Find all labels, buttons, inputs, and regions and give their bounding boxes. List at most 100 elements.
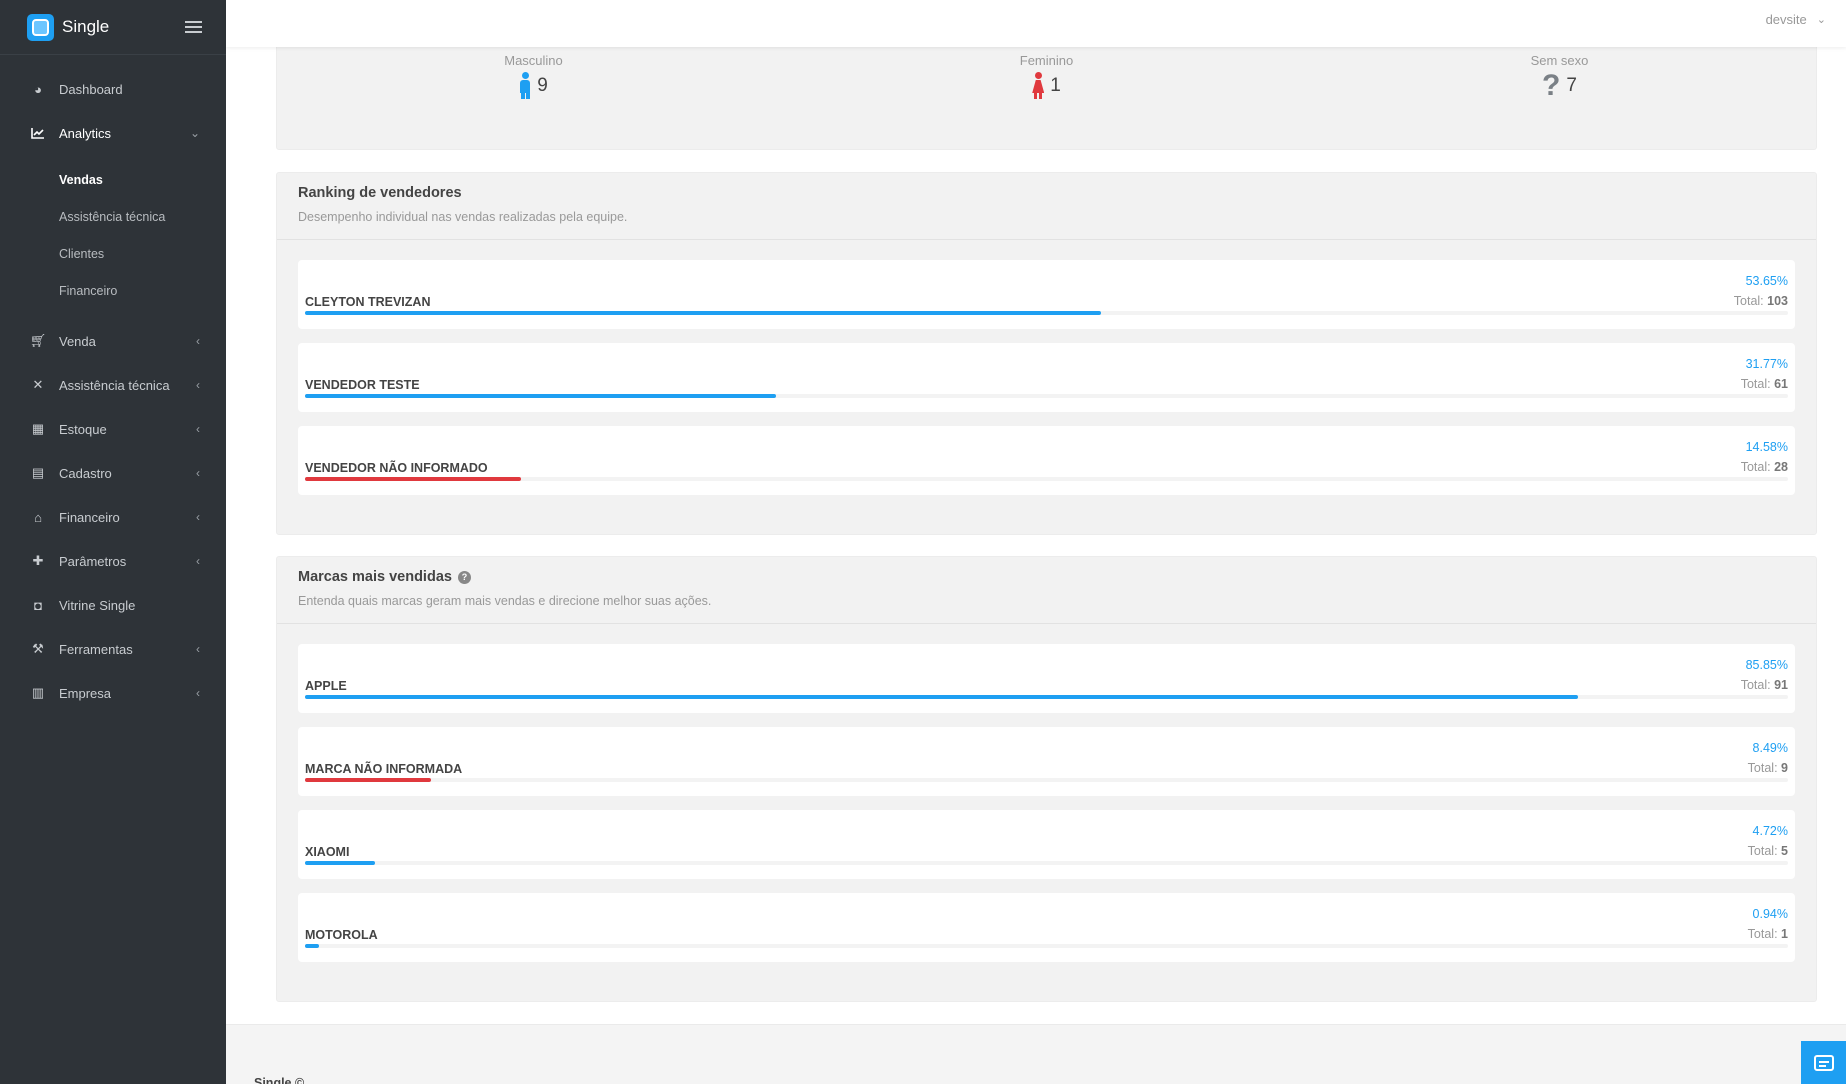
sidebar-item-vitrine-single[interactable]: ◘ Vitrine Single [0, 583, 226, 627]
sidebar-item-dashboard[interactable]: ◕ Dashboard [0, 67, 226, 111]
sidebar-item-cadastro[interactable]: ▤ Cadastro ‹ [0, 451, 226, 495]
sidebar-item-label: Financeiro [59, 509, 120, 525]
gender-label: Feminino [1019, 53, 1074, 68]
gender-count: 9 [537, 74, 548, 96]
row-total-label: Total: [1740, 377, 1771, 391]
tools-icon: ✕ [32, 377, 44, 392]
sellers-ranking-card: Ranking de vendedores Desempenho individ… [276, 172, 1817, 535]
top-brands-card: Marcas mais vendidas ? Entenda quais mar… [276, 556, 1817, 1002]
brands-list: 85.85% Total: 91 APPLE 8.49% Total: 9 MARCA N… [277, 624, 1816, 962]
user-name: devsite [1765, 12, 1807, 27]
row-percent: 53.65% [1745, 274, 1788, 288]
sidebar-item-label: Vitrine Single [59, 597, 136, 613]
sidebar-subitem-vendas[interactable]: Vendas [0, 161, 226, 198]
section-title: Marcas mais vendidas ? [298, 569, 1795, 585]
sidebar-subitem-financeiro[interactable]: Financeiro [0, 272, 226, 309]
chevron-left-icon: ‹ [196, 510, 200, 524]
gender-unknown: Sem sexo ? 7 [1303, 41, 1816, 149]
gender-count: 1 [1050, 74, 1061, 96]
section-subtitle: Desempenho individual nas vendas realiza… [298, 210, 628, 224]
sidebar-item-ferramentas[interactable]: ⚒ Ferramentas ‹ [0, 627, 226, 671]
row-total-label: Total: [1740, 460, 1771, 474]
sidebar-subitem-assistencia-tecnica[interactable]: Assistência técnica [0, 198, 226, 235]
gender-female: Feminino 1 [790, 41, 1303, 149]
analytics-submenu: Vendas Assistência técnica Clientes Fina… [0, 155, 226, 319]
chevron-down-icon: ⌄ [189, 126, 200, 140]
progress-track [305, 695, 1788, 699]
chevron-left-icon: ‹ [196, 466, 200, 480]
sidebar: Single ◕ Dashboard Analytics ⌄ Vendas As… [0, 0, 226, 1084]
section-header: Ranking de vendedores Desempenho individ… [277, 173, 1816, 240]
row-total-label: Total: [1733, 294, 1764, 308]
top-bar: devsite ⌄ [226, 0, 1846, 47]
row-percent: 85.85% [1745, 658, 1788, 672]
bank-icon: ⌂ [34, 509, 42, 525]
sidebar-item-assistencia-tecnica[interactable]: ✕ Assistência técnica ‹ [0, 363, 226, 407]
gender-count: 7 [1566, 74, 1577, 96]
row-total: Total: 5 [1748, 844, 1788, 858]
sidebar-subitem-clientes[interactable]: Clientes [0, 235, 226, 272]
progress-fill [305, 477, 522, 481]
row-total: Total: 28 [1741, 460, 1788, 474]
sidebar-item-empresa[interactable]: ▥ Empresa ‹ [0, 671, 226, 715]
progress-fill [305, 944, 319, 948]
sidebar-item-venda[interactable]: 🛒︎ Venda ‹ [0, 319, 226, 363]
row-total-value: 5 [1781, 844, 1788, 858]
row-total: Total: 9 [1748, 761, 1788, 775]
row-name: XIAOMI [305, 845, 350, 859]
ranking-row: 31.77% Total: 61 VENDEDOR TESTE [298, 343, 1795, 412]
progress-fill [305, 311, 1101, 315]
ranking-row: 85.85% Total: 91 APPLE [298, 644, 1795, 713]
row-total-value: 9 [1781, 761, 1788, 775]
menu-toggle-icon[interactable] [185, 21, 202, 33]
progress-track [305, 944, 1788, 948]
row-name: APPLE [305, 679, 347, 693]
building-icon: ▥ [31, 685, 45, 700]
row-total: Total: 61 [1741, 377, 1788, 391]
ranking-row: 53.65% Total: 103 CLEYTON TREVIZAN [298, 260, 1795, 329]
help-icon[interactable]: ? [457, 570, 471, 584]
app-name[interactable]: Single [62, 17, 185, 37]
sidebar-item-financeiro[interactable]: ⌂ Financeiro ‹ [0, 495, 226, 539]
pie-chart-icon: ◕ [34, 81, 42, 97]
sidebar-item-analytics[interactable]: Analytics ⌄ [0, 111, 226, 155]
chat-button[interactable] [1801, 1041, 1846, 1084]
sidebar-item-label: Parâmetros [59, 553, 127, 569]
sidebar-item-label: Empresa [59, 685, 112, 701]
row-total-label: Total: [1747, 761, 1778, 775]
footer: Single © [226, 1024, 1846, 1084]
progress-fill [305, 778, 431, 782]
progress-fill [305, 861, 375, 865]
ranking-row: 8.49% Total: 9 MARCA NÃO INFORMADA [298, 727, 1795, 796]
boxes-icon: ▦ [31, 421, 45, 436]
row-total-label: Total: [1740, 678, 1771, 692]
row-percent: 14.58% [1745, 440, 1788, 454]
row-total-value: 103 [1767, 294, 1788, 308]
chevron-left-icon: ‹ [196, 334, 200, 348]
cart-icon: 🛒︎ [29, 333, 47, 348]
sidebar-item-label: Assistência técnica [59, 377, 170, 393]
sidebar-header: Single [0, 0, 226, 55]
question-icon: ? [1542, 69, 1561, 102]
progress-track [305, 394, 1788, 398]
user-menu[interactable]: devsite ⌄ [1766, 12, 1826, 27]
progress-track [305, 861, 1788, 865]
puzzle-icon: ✚ [32, 553, 44, 568]
sidebar-item-parametros[interactable]: ✚ Parâmetros ‹ [0, 539, 226, 583]
row-name: MOTOROLA [305, 928, 378, 942]
row-total-label: Total: [1747, 927, 1778, 941]
sidebar-item-estoque[interactable]: ▦ Estoque ‹ [0, 407, 226, 451]
chevron-left-icon: ‹ [196, 422, 200, 436]
progress-track [305, 477, 1788, 481]
section-header: Marcas mais vendidas ? Entenda quais mar… [277, 557, 1816, 624]
gender-label: Masculino [504, 53, 563, 68]
app-logo-icon[interactable] [27, 13, 54, 41]
sidebar-item-label: Dashboard [59, 81, 123, 97]
progress-fill [305, 695, 1579, 699]
row-percent: 31.77% [1745, 357, 1788, 371]
row-total-value: 91 [1774, 678, 1788, 692]
chevron-left-icon: ‹ [196, 554, 200, 568]
row-total: Total: 103 [1734, 294, 1788, 308]
chevron-down-icon: ⌄ [1816, 14, 1826, 26]
section-title-text: Marcas mais vendidas [298, 569, 452, 585]
